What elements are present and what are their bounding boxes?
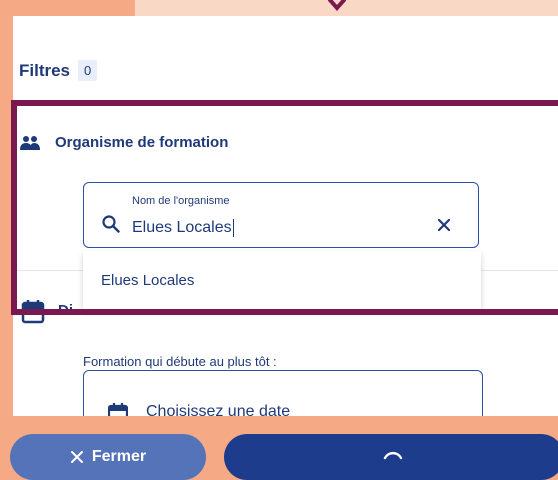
filters-count-badge: 0 bbox=[78, 60, 98, 81]
date-section-title: Di bbox=[58, 302, 73, 319]
calendar-icon bbox=[108, 403, 128, 416]
filters-panel: Filtres 0 Organisme de formation Nom de … bbox=[13, 16, 558, 416]
loading-spinner-icon bbox=[383, 451, 403, 460]
organism-section-header[interactable]: Organisme de formation bbox=[19, 134, 228, 151]
organism-section-title: Organisme de formation bbox=[55, 134, 229, 151]
search-input-label: Nom de l'organisme bbox=[132, 195, 230, 207]
filters-title: Filtres bbox=[19, 60, 71, 80]
close-icon[interactable] bbox=[434, 215, 454, 235]
autocomplete-suggestion[interactable]: Elues Locales bbox=[83, 251, 481, 309]
submit-button[interactable] bbox=[224, 434, 558, 480]
suggestion-label: Elues Locales bbox=[101, 271, 195, 289]
background-shape-left bbox=[0, 0, 120, 16]
start-date-picker[interactable]: Choisissez une date bbox=[83, 370, 483, 416]
close-icon bbox=[70, 451, 83, 463]
organism-search-input[interactable]: Nom de l'organisme Elues Locales bbox=[83, 182, 479, 248]
search-icon bbox=[102, 215, 120, 233]
filters-header: Filtres 0 bbox=[19, 60, 98, 81]
date-placeholder: Choisissez une date bbox=[146, 403, 291, 416]
start-date-label: Formation qui débute au plus tôt : bbox=[83, 354, 277, 369]
calendar-icon bbox=[21, 300, 45, 324]
search-input-value[interactable]: Elues Locales bbox=[132, 219, 234, 237]
close-button-label: Fermer bbox=[91, 448, 147, 465]
close-button[interactable]: Fermer bbox=[10, 434, 206, 480]
arrow-down-icon bbox=[328, 0, 346, 12]
group-icon bbox=[20, 135, 40, 150]
